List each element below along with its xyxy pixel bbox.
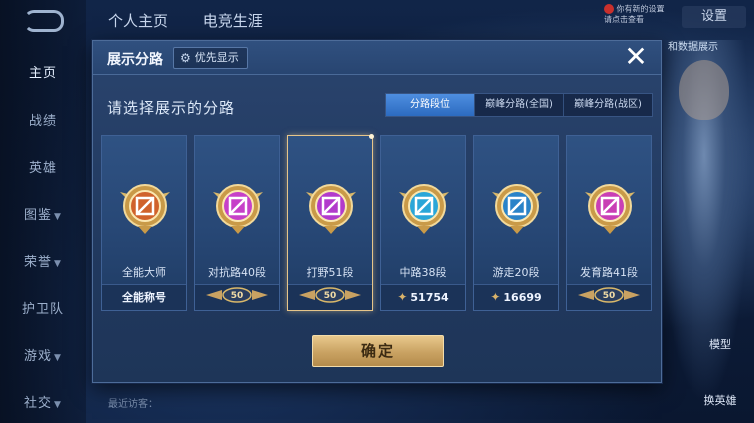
dialog-header: 展示分路 ⚙ 优先显示 ✕	[93, 41, 661, 75]
farm-lane-emblem-icon	[585, 184, 635, 234]
selection-corner-icon	[369, 134, 374, 139]
close-button[interactable]: ✕	[621, 43, 651, 73]
peak-score-value: 16699	[503, 291, 542, 304]
model-button[interactable]: 模型	[700, 336, 740, 352]
lane-card-label: 对抗路40段	[208, 266, 266, 279]
nav-item-label: 英雄	[28, 161, 57, 176]
peak-score-icon: ✦	[397, 290, 408, 304]
chevron-down-icon: ▼	[54, 353, 62, 363]
tier-badge-value: 50	[603, 291, 616, 301]
nav-item-guard[interactable]: 护卫队	[0, 298, 86, 317]
roam-lane-emblem-icon	[492, 184, 542, 234]
lane-card-label: 游走20段	[492, 266, 540, 279]
tab-esports[interactable]: 电竞生涯	[203, 12, 263, 30]
tier-badge-icon: 50	[299, 287, 361, 303]
hero-face	[679, 60, 729, 120]
tier-badge-icon: 50	[206, 287, 268, 303]
priority-display-button[interactable]: ⚙ 优先显示	[173, 47, 248, 69]
lane-cards: 全能大师 全能称号 对抗路40段 50 打野51段 50 中路38段 ✦ 51754 游走20段 ✦…	[101, 134, 657, 311]
gear-icon: ⚙	[180, 51, 191, 65]
lane-card-footer: 全能称号	[102, 284, 186, 310]
data-display-hint: 和数据展示	[668, 42, 718, 53]
nav-item-social[interactable]: 社交 ▼	[0, 392, 86, 411]
notification-dot-icon	[604, 4, 614, 14]
lane-card-label: 中路38段	[399, 266, 447, 279]
top-tabs: 个人主页 电竞生涯	[108, 10, 293, 31]
segment-peak-region[interactable]: 巅峰分路(战区)	[564, 94, 652, 116]
recent-visitors: 最近访客：	[108, 399, 158, 410]
lane-card-roam[interactable]: 游走20段 ✦ 16699	[473, 135, 559, 311]
lane-card-label: 发育路41段	[580, 266, 638, 279]
lane-type-segmented-control: 分路段位 巅峰分路(全国) 巅峰分路(战区)	[385, 93, 653, 117]
nav-item-home[interactable]: 主页	[0, 62, 86, 81]
tier-badge-value: 50	[324, 291, 337, 301]
lane-card-clash[interactable]: 对抗路40段 50	[194, 135, 280, 311]
nav-item-label: 荣誉	[24, 255, 53, 270]
nav-item-record[interactable]: 战绩	[0, 110, 86, 129]
nav-item-label: 游戏	[24, 349, 53, 364]
back-logo-icon[interactable]	[24, 10, 64, 32]
lane-card-footer: 50	[288, 284, 372, 310]
tier-badge-value: 50	[231, 291, 244, 301]
dialog-title: 展示分路	[107, 52, 163, 68]
allround-lane-emblem-icon	[120, 184, 170, 234]
lane-card-label: 全能大师	[122, 266, 166, 279]
clash-lane-emblem-icon	[213, 184, 263, 234]
peak-score-icon: ✦	[490, 290, 501, 304]
title-text: 全能称号	[122, 291, 166, 304]
nav-item-honor[interactable]: 荣誉 ▼	[0, 251, 86, 270]
dialog-subtitle: 请选择展示的分路	[107, 99, 236, 117]
nav-item-label: 图鉴	[24, 208, 53, 223]
nav-item-heroes[interactable]: 英雄	[0, 157, 86, 176]
settings-button[interactable]: 设置	[682, 6, 746, 28]
nav-item-games[interactable]: 游戏 ▼	[0, 345, 86, 364]
lane-card-farm[interactable]: 发育路41段 50	[566, 135, 652, 311]
left-navigation: 主页 战绩 英雄 图鉴 ▼ 荣誉 ▼ 护卫队 游戏 ▼ 社交 ▼	[0, 0, 86, 423]
chevron-down-icon: ▼	[54, 212, 62, 222]
lane-card-footer: ✦ 51754	[381, 284, 465, 310]
lane-card-label: 打野51段	[306, 266, 354, 279]
lane-card-footer: 50	[567, 284, 651, 310]
lane-card-allround[interactable]: 全能大师 全能称号	[101, 135, 187, 311]
segment-peak-national[interactable]: 巅峰分路(全国)	[475, 94, 564, 116]
notice-text: 你有新的设置 请点击查看	[604, 4, 665, 24]
mid-lane-emblem-icon	[399, 184, 449, 234]
lane-display-dialog: 展示分路 ⚙ 优先显示 ✕ 请选择展示的分路 分路段位 巅峰分路(全国) 巅峰分…	[92, 40, 662, 383]
nav-item-codex[interactable]: 图鉴 ▼	[0, 204, 86, 223]
notice-badge[interactable]: 你有新的设置 请点击查看	[604, 4, 674, 24]
lane-card-mid[interactable]: 中路38段 ✦ 51754	[380, 135, 466, 311]
chevron-down-icon: ▼	[54, 259, 62, 269]
lane-card-jungle[interactable]: 打野51段 50	[287, 134, 374, 311]
tier-badge-icon: 50	[578, 287, 640, 303]
peak-score-value: 51754	[410, 291, 449, 304]
nav-item-label: 主页	[28, 66, 57, 81]
priority-display-label: 优先显示	[194, 51, 239, 64]
hero-portrait	[654, 40, 754, 423]
segment-lane-rank[interactable]: 分路段位	[386, 94, 475, 116]
nav-item-label: 护卫队	[21, 302, 64, 317]
lane-card-footer: 50	[195, 284, 279, 310]
lane-card-footer: ✦ 16699	[474, 284, 558, 310]
jungle-lane-emblem-icon	[306, 184, 356, 234]
tab-profile[interactable]: 个人主页	[108, 12, 168, 30]
chevron-down-icon: ▼	[54, 400, 62, 410]
nav-item-label: 战绩	[28, 114, 57, 129]
nav-item-label: 社交	[24, 396, 53, 411]
switch-hero-button[interactable]: 换英雄	[700, 392, 740, 408]
confirm-button[interactable]: 确定	[312, 335, 444, 367]
